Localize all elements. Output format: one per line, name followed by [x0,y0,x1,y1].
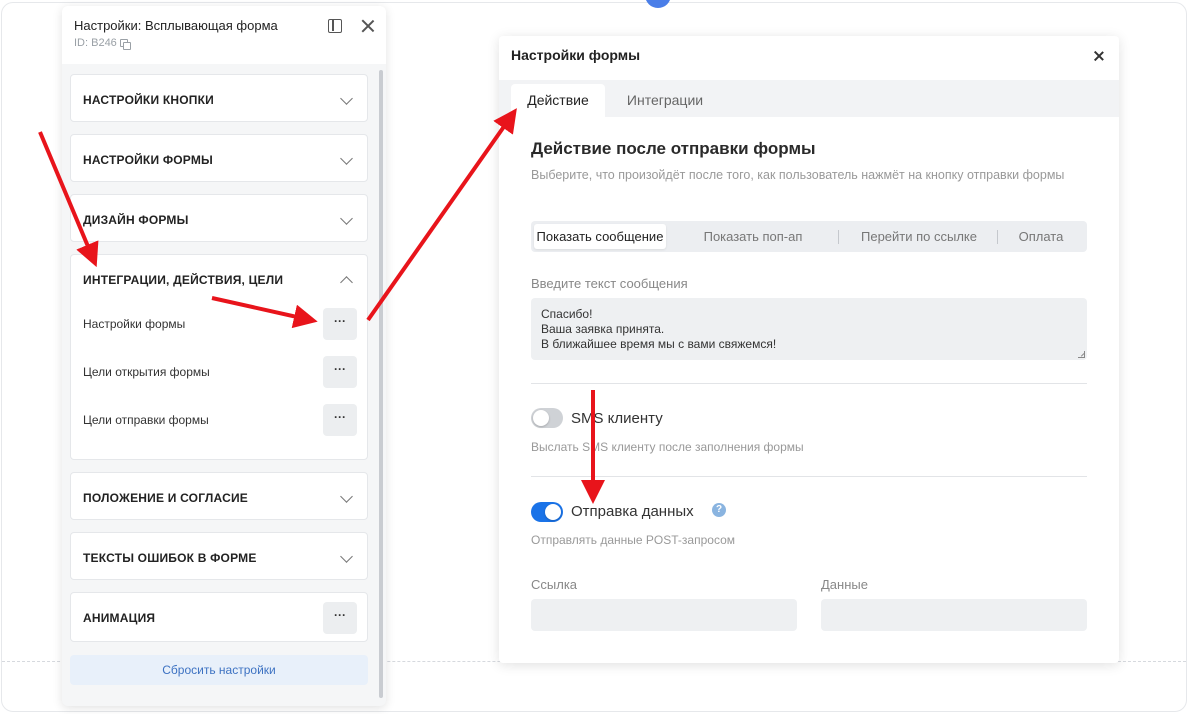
modal-title: Настройки формы [511,47,641,63]
block-id-label: ID: B246 [74,37,117,49]
copy-icon[interactable] [119,39,131,50]
toggle-knob [533,410,549,426]
accordion-form-settings[interactable]: НАСТРОЙКИ ФОРМЫ [70,134,368,182]
accordion-error-texts[interactable]: ТЕКСТЫ ОШИБОК В ФОРМЕ [70,532,368,580]
accordion-animation: АНИМАЦИЯ ··· [70,592,368,642]
message-line: В ближайшее время мы с вами свяжемся! [541,337,777,351]
accordion-position-consent[interactable]: ПОЛОЖЕНИЕ И СОГЛАСИЕ [70,472,368,520]
accordion-label: НАСТРОЙКИ КНОПКИ [83,93,214,107]
close-icon[interactable] [1093,50,1105,62]
reset-settings-button[interactable]: Сбросить настройки [70,655,368,685]
accordion-label: АНИМАЦИЯ [83,611,156,625]
modal-tabs: Действие Интеграции [499,80,1119,117]
chevron-down-icon [340,152,353,165]
link-field-label: Ссылка [531,577,578,592]
action-type-selector: Показать сообщение Показать поп-ап Перей… [531,221,1087,252]
block-settings-panel: Настройки: Всплывающая форма ID: B246 НА… [62,6,386,706]
submit-goals-more-button[interactable]: ··· [323,404,357,436]
sms-toggle-label: SMS клиенту [571,410,663,427]
form-settings-more-button[interactable]: ··· [323,308,357,340]
block-id: ID: B246 [74,37,131,50]
segment-payment[interactable]: Оплата [1001,221,1081,252]
section-title: Действие после отправки формы [531,139,816,158]
accordion-label: ДИЗАЙН ФОРМЫ [83,213,189,227]
sms-toggle-description: Выслать SMS клиенту после заполнения фор… [531,440,804,454]
accordion-label: ТЕКСТЫ ОШИБОК В ФОРМЕ [83,551,257,565]
segment-divider [838,230,839,244]
toggle-knob [545,504,561,520]
chevron-down-icon [340,550,353,563]
divider [531,476,1087,477]
form-settings-modal: Настройки формы Действие Интеграции Дейс… [499,36,1119,663]
panel-title: Настройки: Всплывающая форма [74,18,278,33]
data-field-label: Данные [821,577,868,592]
dock-panel-icon[interactable] [328,19,342,33]
segment-show-popup[interactable]: Показать поп-ап [673,221,833,252]
message-textarea[interactable]: Спасибо! Ваша заявка принята. В ближайше… [531,298,1087,360]
panel-scrollbar[interactable] [379,70,383,698]
sms-toggle[interactable] [531,408,563,428]
resize-handle-icon[interactable] [1078,351,1085,358]
send-data-toggle[interactable] [531,502,563,522]
panel-header: Настройки: Всплывающая форма ID: B246 [62,6,386,64]
chevron-down-icon [340,212,353,225]
accordion-label: НАСТРОЙКИ ФОРМЫ [83,153,213,167]
chevron-down-icon [340,92,353,105]
tab-integrations[interactable]: Интеграции [615,84,715,117]
accordion-label: ПОЛОЖЕНИЕ И СОГЛАСИЕ [83,491,248,505]
chevron-down-icon [340,490,353,503]
animation-more-button[interactable]: ··· [323,602,357,634]
message-line: Спасибо! [541,307,593,321]
data-input[interactable] [821,599,1087,631]
accordion-integrations: ИНТЕГРАЦИИ, ДЕЙСТВИЯ, ЦЕЛИ Настройки фор… [70,254,368,460]
segment-go-to-link[interactable]: Перейти по ссылке [843,221,995,252]
link-input[interactable] [531,599,797,631]
message-line: Ваша заявка принята. [541,322,665,336]
divider [531,383,1087,384]
close-icon[interactable] [360,18,376,34]
integration-item-form-settings: Настройки формы [83,317,186,331]
segment-show-message[interactable]: Показать сообщение [534,224,666,249]
message-field-label: Введите текст сообщения [531,276,688,291]
help-icon[interactable]: ? [712,503,726,517]
integration-item-submit-goals: Цели отправки формы [83,413,209,427]
tab-action[interactable]: Действие [511,84,605,117]
send-data-toggle-label: Отправка данных [571,503,694,520]
segment-divider [997,230,998,244]
integration-item-open-goals: Цели открытия формы [83,365,210,379]
open-goals-more-button[interactable]: ··· [323,356,357,388]
accordion-button-settings[interactable]: НАСТРОЙКИ КНОПКИ [70,74,368,122]
send-data-description: Отправлять данные POST-запросом [531,533,736,547]
section-description: Выберите, что произойдёт после того, как… [531,168,1065,182]
chevron-up-icon[interactable] [340,276,353,289]
accordion-label[interactable]: ИНТЕГРАЦИИ, ДЕЙСТВИЯ, ЦЕЛИ [83,273,283,287]
accordion-form-design[interactable]: ДИЗАЙН ФОРМЫ [70,194,368,242]
